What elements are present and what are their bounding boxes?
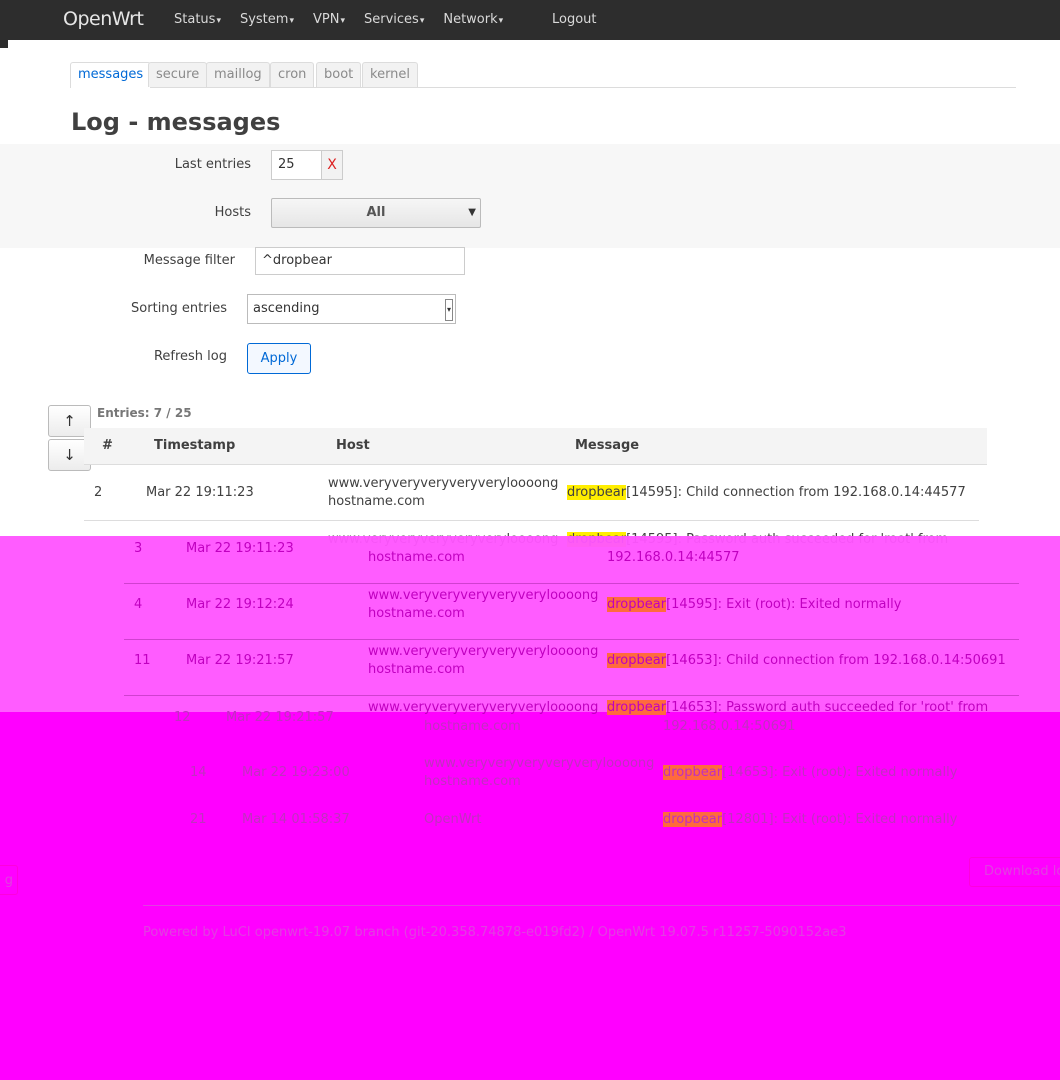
menu-services[interactable]: Services▾ xyxy=(364,12,424,27)
menu-system[interactable]: System▾ xyxy=(240,12,294,27)
log-table-header: # Timestamp Host Message xyxy=(84,428,987,465)
dropdown-arrow-icon: ▼ xyxy=(468,207,476,218)
page-title: Log - messages xyxy=(71,108,281,136)
caret-down-icon: ▾ xyxy=(498,16,504,26)
row-host-cont: hostname.com xyxy=(368,606,465,621)
row-host: OpenWrt xyxy=(424,812,482,827)
last-entries-input[interactable]: 25 xyxy=(271,150,322,180)
tab-messages[interactable]: messages xyxy=(70,62,152,88)
table-row: 21 Mar 14 01:58:37 OpenWrt dropbear[1280… xyxy=(180,800,1020,856)
sorting-select[interactable]: ascending ▾ xyxy=(247,294,456,324)
row-host-cont: hostname.com xyxy=(424,774,521,789)
col-number: # xyxy=(102,438,113,453)
menu-network[interactable]: Network▾ xyxy=(443,12,503,27)
clear-entries-button[interactable]: X xyxy=(321,150,343,180)
tab-boot[interactable]: boot xyxy=(316,62,362,87)
brand-logo[interactable]: OpenWrt xyxy=(63,8,144,30)
dropdown-arrow-icon: ▾ xyxy=(445,299,453,321)
row-timestamp: Mar 22 19:11:23 xyxy=(186,541,294,556)
main-menu: Status▾ System▾ VPN▾ Services▾ Network▾ xyxy=(174,12,522,27)
row-message: dropbear[14653]: Child connection from 1… xyxy=(607,653,1006,668)
arrow-up-icon: ↑ xyxy=(63,412,76,430)
apply-button[interactable]: Apply xyxy=(247,343,311,374)
tab-kernel[interactable]: kernel xyxy=(362,62,419,87)
row-message-cont: 192.168.0.14:50691 xyxy=(663,719,796,734)
hosts-select[interactable]: All ▼ xyxy=(271,198,481,228)
program-highlight: dropbear xyxy=(663,812,723,827)
log-tabs: messages secure maillog cron boot kernel xyxy=(70,62,1016,88)
row-message: dropbear[14595]: Exit (root): Exited nor… xyxy=(607,597,902,612)
row-host: www.veryveryveryveryveryloooong xyxy=(328,476,559,491)
tab-cron[interactable]: cron xyxy=(270,62,315,87)
download-log-button[interactable]: Download log xyxy=(969,857,1060,887)
row-number: 11 xyxy=(134,653,151,668)
footer-text: Powered by LuCI openwrt-19.07 branch (gi… xyxy=(143,925,847,940)
row-timestamp: Mar 22 19:21:57 xyxy=(226,710,334,725)
row-timestamp: Mar 22 19:11:23 xyxy=(146,485,254,500)
col-message: Message xyxy=(575,438,640,453)
logout-link[interactable]: Logout xyxy=(552,12,597,27)
row-message: dropbear[12801]: Exit (root): Exited nor… xyxy=(663,812,958,827)
program-highlight: dropbear xyxy=(607,597,667,612)
row-host-cont: hostname.com xyxy=(368,550,465,565)
program-highlight: dropbear xyxy=(607,653,667,668)
col-timestamp: Timestamp xyxy=(154,438,236,453)
row-message-cont: 192.168.0.14:44577 xyxy=(607,550,740,565)
entries-count: Entries: 7 / 25 xyxy=(97,406,192,420)
row-message: dropbear[14595]: Child connection from 1… xyxy=(567,485,966,500)
row-timestamp: Mar 22 19:12:24 xyxy=(186,597,294,612)
col-host: Host xyxy=(336,438,370,453)
table-row: 3 Mar 22 19:11:23 hostname.com 192.168.0… xyxy=(124,528,1019,584)
footer-divider xyxy=(143,905,1060,906)
message-filter-input[interactable]: ^dropbear xyxy=(255,247,465,275)
row-timestamp: Mar 22 19:21:57 xyxy=(186,653,294,668)
row-host: www.veryveryveryveryveryloooong xyxy=(424,756,655,771)
row-number: 21 xyxy=(190,812,207,827)
left-action-button[interactable]: g xyxy=(0,865,18,895)
table-row: 2 Mar 22 19:11:23 www.veryveryveryveryve… xyxy=(84,465,979,521)
row-number: 4 xyxy=(134,597,143,612)
message-filter-label: Message filter xyxy=(143,253,235,268)
row-message: dropbear[14653]: Exit (root): Exited nor… xyxy=(663,765,958,780)
caret-down-icon: ▾ xyxy=(216,16,221,26)
hosts-label: Hosts xyxy=(214,205,251,220)
refresh-log-label: Refresh log xyxy=(153,349,227,364)
nav-shadow xyxy=(0,40,8,48)
table-row: 4 Mar 22 19:12:24 www.veryveryveryveryve… xyxy=(124,584,1019,640)
caret-down-icon: ▾ xyxy=(340,16,345,26)
tab-maillog[interactable]: maillog xyxy=(206,62,270,87)
sorting-label: Sorting entries xyxy=(131,301,227,316)
menu-vpn[interactable]: VPN▾ xyxy=(313,12,345,27)
row-number: 12 xyxy=(174,710,191,725)
caret-down-icon: ▾ xyxy=(419,16,425,26)
program-highlight: dropbear xyxy=(663,765,723,780)
row-host-cont: hostname.com xyxy=(368,662,465,677)
row-host: www.veryveryveryveryveryloooong xyxy=(368,588,599,603)
top-navbar: OpenWrt Status▾ System▾ VPN▾ Services▾ N… xyxy=(0,0,1060,40)
row-host-cont: hostname.com xyxy=(328,494,425,509)
row-number: 3 xyxy=(134,541,143,556)
row-timestamp: Mar 22 19:23:00 xyxy=(242,765,350,780)
menu-status[interactable]: Status▾ xyxy=(174,12,221,27)
tab-secure[interactable]: secure xyxy=(148,62,208,87)
table-row: 12 Mar 22 19:21:57 hostname.com 192.168.… xyxy=(170,700,1020,756)
row-number: 2 xyxy=(94,485,103,500)
table-row: 11 Mar 22 19:21:57 www.veryveryveryveryv… xyxy=(124,640,1019,696)
last-entries-label: Last entries xyxy=(174,157,251,172)
caret-down-icon: ▾ xyxy=(289,16,294,26)
row-host: www.veryveryveryveryveryloooong xyxy=(368,644,599,659)
arrow-down-icon: ↓ xyxy=(63,446,76,464)
row-host-cont: hostname.com xyxy=(424,719,521,734)
program-highlight: dropbear xyxy=(567,485,627,500)
row-timestamp: Mar 14 01:58:37 xyxy=(242,812,350,827)
row-number: 14 xyxy=(190,765,207,780)
